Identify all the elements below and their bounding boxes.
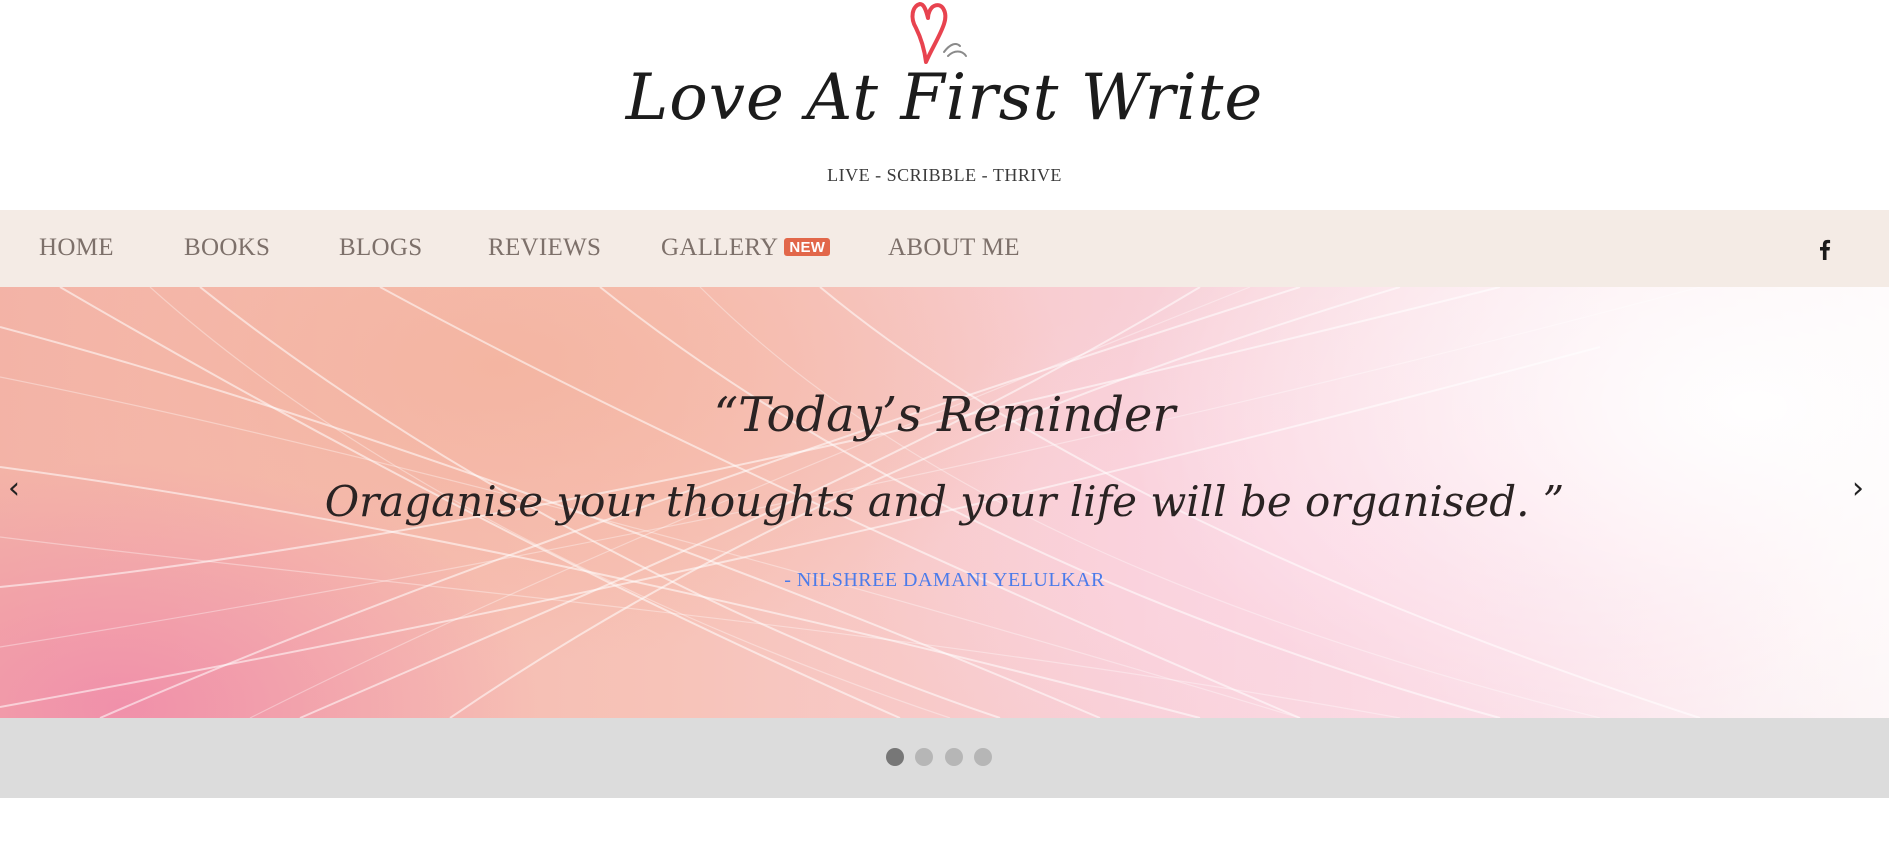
- facebook-icon[interactable]: [1815, 238, 1833, 260]
- nav-item-gallery[interactable]: GALLERY NEW: [661, 234, 831, 262]
- carousel-next-icon[interactable]: ›: [1852, 474, 1864, 504]
- carousel-indicators: [0, 718, 1889, 798]
- carousel-dot-2[interactable]: [915, 748, 933, 766]
- new-badge: NEW: [784, 238, 831, 256]
- site-header: Love At First Write LIVE - SCRIBBLE - TH…: [0, 0, 1889, 210]
- quote-text: Oraganise your thoughts and your life wi…: [324, 477, 1565, 526]
- nav-item-blogs[interactable]: BLOGS: [339, 234, 422, 262]
- carousel-dot-4[interactable]: [974, 748, 992, 766]
- nav-item-home[interactable]: HOME: [39, 234, 114, 262]
- carousel-dot-1[interactable]: [886, 748, 904, 766]
- site-tagline: LIVE - SCRIBBLE - THRIVE: [827, 165, 1062, 185]
- nav-item-reviews[interactable]: REVIEWS: [488, 234, 601, 262]
- quote-carousel: “Today’s Reminder Oraganise your thought…: [0, 287, 1889, 718]
- site-title[interactable]: Love At First Write: [0, 66, 1889, 130]
- carousel-dot-3[interactable]: [945, 748, 963, 766]
- nav-item-books[interactable]: BOOKS: [184, 234, 270, 262]
- carousel-prev-icon[interactable]: ‹: [8, 474, 20, 504]
- quote-author-link[interactable]: - NILSHREE DAMANI YELULKAR: [0, 569, 1889, 592]
- quote-heading: “Today’s Reminder: [713, 387, 1176, 443]
- main-nav: HOME BOOKS BLOGS REVIEWS GALLERY NEW ABOU…: [0, 210, 1889, 287]
- nav-item-about-me[interactable]: ABOUT ME: [888, 234, 1020, 262]
- nav-item-gallery-label: GALLERY: [661, 234, 779, 261]
